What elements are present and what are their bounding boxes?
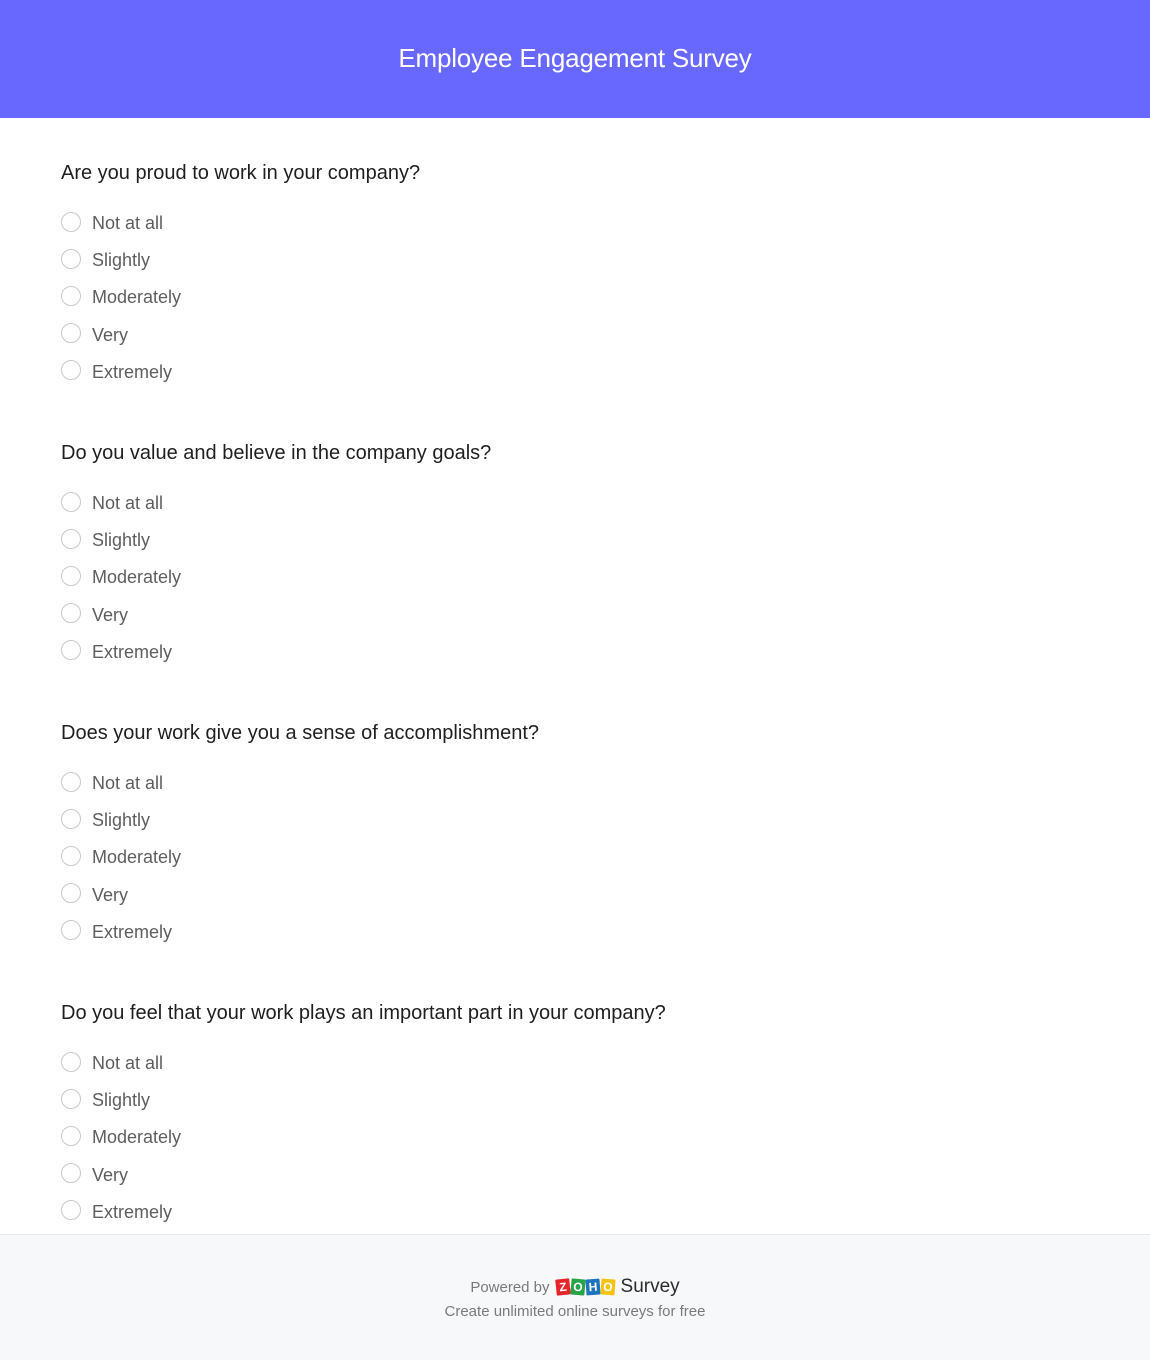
option-label: Very: [92, 1164, 129, 1185]
option-label: Not at all: [92, 213, 164, 234]
option-label: Extremely: [92, 641, 173, 662]
radio-button[interactable]: [61, 491, 81, 512]
option-slightly[interactable]: Slightly: [61, 522, 1061, 559]
logo-letter: H: [584, 1278, 601, 1296]
radio-button[interactable]: [61, 640, 81, 661]
option-not-at-all[interactable]: Not at all: [61, 485, 1061, 522]
option-label: Slightly: [92, 530, 151, 551]
logo-letter: O: [569, 1278, 586, 1296]
radio-button[interactable]: [61, 920, 81, 941]
option-slightly[interactable]: Slightly: [61, 802, 1061, 839]
radio-button[interactable]: [61, 211, 81, 232]
question-4: Do you feel that your work plays an impo…: [61, 1001, 1061, 1231]
options-group: Not at all Slightly Moderately Very Extr…: [61, 485, 1061, 671]
option-label: Very: [92, 324, 129, 345]
question-3: Does your work give you a sense of accom…: [61, 721, 1061, 951]
option-label: Extremely: [92, 921, 173, 942]
radio-button[interactable]: [61, 883, 81, 904]
option-not-at-all[interactable]: Not at all: [61, 1045, 1061, 1082]
options-group: Not at all Slightly Moderately Very Extr…: [61, 205, 1061, 391]
option-label: Moderately: [92, 1127, 182, 1148]
option-extremely[interactable]: Extremely: [61, 634, 1061, 671]
option-very[interactable]: Very: [61, 597, 1061, 634]
question-title: Do you value and believe in the company …: [61, 442, 492, 464]
radio-button[interactable]: [61, 808, 81, 829]
zoho-logo-icon: Z O H O: [554, 1278, 616, 1296]
survey-brand-text: Survey: [620, 1276, 680, 1297]
option-moderately[interactable]: Moderately: [61, 839, 1061, 876]
option-label: Extremely: [92, 361, 173, 382]
option-very[interactable]: Very: [61, 317, 1061, 354]
question-2: Do you value and believe in the company …: [61, 441, 1061, 671]
powered-by-text: Powered by: [470, 1278, 550, 1296]
option-moderately[interactable]: Moderately: [61, 279, 1061, 316]
question-title: Do you feel that your work plays an impo…: [61, 1002, 666, 1024]
option-label: Moderately: [92, 847, 182, 868]
question-1: Are you proud to work in your company? N…: [61, 161, 1061, 391]
option-not-at-all[interactable]: Not at all: [61, 205, 1061, 242]
radio-button[interactable]: [61, 1125, 81, 1146]
option-label: Very: [92, 884, 129, 905]
radio-button[interactable]: [61, 845, 81, 866]
logo-letter: Z: [554, 1278, 571, 1296]
option-extremely[interactable]: Extremely: [61, 1194, 1061, 1231]
options-group: Not at all Slightly Moderately Very Extr…: [61, 765, 1061, 951]
option-very[interactable]: Very: [61, 1157, 1061, 1194]
option-label: Not at all: [92, 773, 164, 794]
radio-button[interactable]: [61, 771, 81, 792]
option-very[interactable]: Very: [61, 877, 1061, 914]
option-slightly[interactable]: Slightly: [61, 242, 1061, 279]
radio-button[interactable]: [61, 1163, 81, 1184]
footer-tagline[interactable]: Create unlimited online surveys for free: [0, 1303, 1150, 1320]
option-moderately[interactable]: Moderately: [61, 1119, 1061, 1156]
radio-button[interactable]: [61, 528, 81, 549]
radio-button[interactable]: [61, 323, 81, 344]
radio-button[interactable]: [61, 603, 81, 624]
option-label: Extremely: [92, 1201, 173, 1222]
option-label: Slightly: [92, 810, 151, 831]
question-title: Does your work give you a sense of accom…: [61, 722, 540, 744]
option-extremely[interactable]: Extremely: [61, 354, 1061, 391]
footer: Powered by Z O H O Survey Create unlimit…: [0, 1234, 1150, 1360]
option-extremely[interactable]: Extremely: [61, 914, 1061, 951]
option-label: Not at all: [92, 1053, 164, 1074]
option-label: Moderately: [92, 287, 182, 308]
option-label: Moderately: [92, 567, 182, 588]
option-slightly[interactable]: Slightly: [61, 1082, 1061, 1119]
radio-button[interactable]: [61, 285, 81, 306]
option-not-at-all[interactable]: Not at all: [61, 765, 1061, 802]
options-group: Not at all Slightly Moderately Very Extr…: [61, 1045, 1061, 1231]
option-moderately[interactable]: Moderately: [61, 559, 1061, 596]
option-label: Not at all: [92, 493, 164, 514]
radio-button[interactable]: [61, 248, 81, 269]
survey-header: Employee Engagement Survey: [0, 0, 1150, 118]
radio-button[interactable]: [61, 360, 81, 381]
survey-title: Employee Engagement Survey: [398, 42, 752, 73]
option-label: Slightly: [92, 1090, 151, 1111]
radio-button[interactable]: [61, 1051, 81, 1072]
logo-letter: O: [599, 1278, 616, 1296]
powered-by-link[interactable]: Powered by Z O H O Survey: [0, 1275, 1150, 1299]
option-label: Very: [92, 604, 129, 625]
radio-button[interactable]: [61, 565, 81, 586]
question-title: Are you proud to work in your company?: [61, 162, 421, 184]
option-label: Slightly: [92, 250, 151, 271]
radio-button[interactable]: [61, 1200, 81, 1221]
radio-button[interactable]: [61, 1088, 81, 1109]
